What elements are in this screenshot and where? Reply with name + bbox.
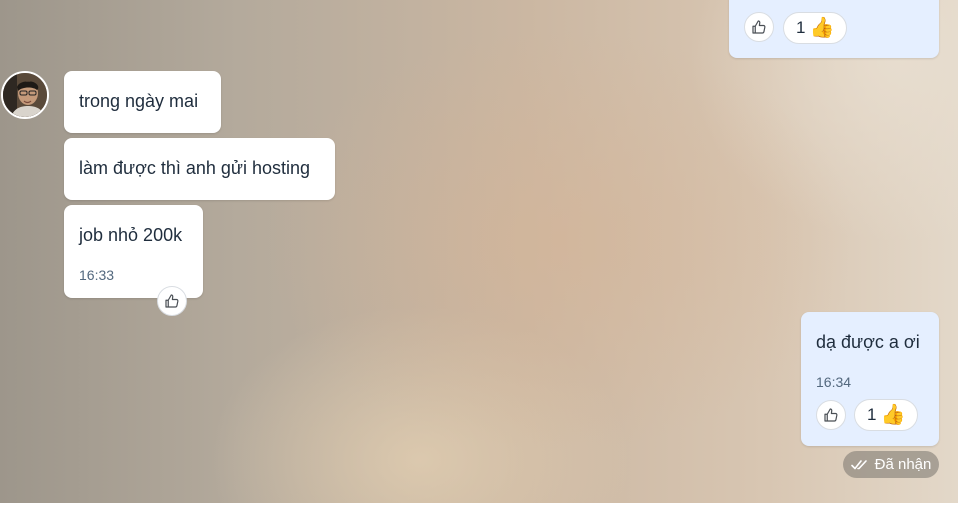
reaction-count: 1 — [796, 18, 806, 37]
message-text: trong ngày mai — [79, 91, 199, 111]
message-timestamp: 16:33 — [79, 267, 115, 283]
like-button[interactable] — [744, 12, 774, 42]
avatar[interactable] — [1, 71, 49, 119]
person-photo-icon — [3, 73, 47, 117]
message-bubble-incoming[interactable]: làm được thì anh gửi hosting — [64, 138, 335, 200]
like-button[interactable] — [157, 286, 187, 316]
like-button[interactable] — [816, 400, 846, 430]
reaction-count-badge[interactable]: 1 👍 — [783, 12, 848, 44]
reaction-count: 1 — [867, 405, 877, 424]
thumbs-up-outline-icon — [165, 294, 179, 308]
message-timestamp: 16:34 — [816, 374, 852, 390]
thumbs-up-emoji-icon: 👍 — [809, 17, 835, 39]
message-bubble-outgoing-previous[interactable]: 1 👍 — [729, 0, 939, 58]
reaction-count-badge[interactable]: 1 👍 — [854, 399, 919, 431]
message-text: job nhỏ 200k — [79, 225, 183, 245]
delivery-status-label: Đã nhận — [874, 456, 932, 473]
message-bubble-outgoing[interactable]: dạ được a ơi 16:34 1 👍 — [801, 312, 939, 446]
delivery-status-badge: Đã nhận — [843, 451, 939, 478]
message-bubble-incoming[interactable]: trong ngày mai — [64, 71, 221, 133]
message-bubble-incoming[interactable]: job nhỏ 200k 16:33 — [64, 205, 203, 298]
thumbs-up-outline-icon — [752, 20, 766, 34]
thumbs-up-outline-icon — [824, 408, 838, 422]
message-text: dạ được a ơi — [816, 332, 920, 352]
thumbs-up-emoji-icon: 👍 — [880, 404, 906, 426]
message-text: làm được thì anh gửi hosting — [79, 158, 311, 178]
double-check-icon — [850, 459, 867, 469]
